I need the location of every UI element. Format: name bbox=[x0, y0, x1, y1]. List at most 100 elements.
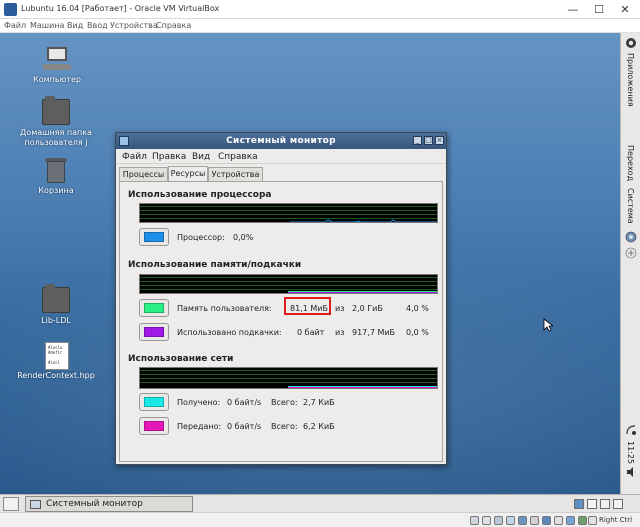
swap-color-button[interactable] bbox=[139, 323, 169, 341]
desktop-icon-trash[interactable]: Корзина bbox=[6, 157, 106, 196]
workspace-4[interactable] bbox=[613, 499, 623, 509]
memory-graph-svg bbox=[140, 277, 437, 293]
menu-file[interactable]: Файл bbox=[122, 152, 147, 162]
memory-total-value: 2,0 ГиБ bbox=[352, 304, 383, 313]
optical-drive-icon[interactable] bbox=[482, 516, 491, 525]
received-rate: 0 байт/s bbox=[227, 398, 262, 407]
cpu-graph-svg bbox=[140, 206, 437, 222]
memory-color-swatch bbox=[144, 303, 164, 313]
document-icon: #inclu #defir #incl bbox=[42, 342, 70, 370]
panel-clock[interactable]: 11:25 bbox=[626, 441, 635, 464]
trash-icon bbox=[42, 157, 70, 183]
panel-places-menu[interactable]: Переход bbox=[626, 145, 635, 181]
audio-icon[interactable] bbox=[494, 516, 503, 525]
network-globe-icon[interactable] bbox=[625, 231, 637, 243]
browser-icon[interactable] bbox=[625, 247, 637, 259]
workspace-2[interactable] bbox=[587, 499, 597, 509]
mouse-integration-icon[interactable] bbox=[578, 516, 587, 525]
tab-processes[interactable]: Процессы bbox=[119, 167, 168, 182]
memory-of-word: из bbox=[335, 304, 345, 313]
guest-taskbar: Системный монитор bbox=[0, 494, 640, 512]
host-menu-devices[interactable]: Устройства bbox=[110, 21, 158, 30]
host-window-title: Lubuntu 16.04 [Работает] - Oracle VM Vir… bbox=[21, 4, 220, 13]
shared-folders-icon[interactable] bbox=[530, 516, 539, 525]
swap-color-swatch bbox=[144, 327, 164, 337]
virtualization-icon[interactable] bbox=[566, 516, 575, 525]
desktop-icon-lib-ldl[interactable]: Lib-LDL bbox=[6, 284, 106, 326]
desktop-icon-label: Домашняя папка пользователя j bbox=[20, 128, 92, 147]
hard-disk-icon[interactable] bbox=[470, 516, 479, 525]
host-menu-file[interactable]: Файл bbox=[4, 21, 26, 30]
host-menu-view[interactable]: Вид bbox=[67, 21, 83, 30]
video-capture-icon[interactable] bbox=[554, 516, 563, 525]
resources-panel: Использование процессора Процессор: 0,0%… bbox=[119, 181, 443, 462]
menu-view[interactable]: Вид bbox=[192, 152, 210, 162]
cpu-section-title: Использование процессора bbox=[128, 190, 272, 200]
received-label: Получено: bbox=[177, 398, 221, 407]
cpu-label: Процессор: bbox=[177, 233, 225, 242]
show-desktop-button[interactable] bbox=[3, 497, 19, 511]
swap-percent-value: 0,0 % bbox=[406, 328, 429, 337]
menu-help[interactable]: Справка bbox=[218, 152, 258, 162]
swap-of-word: из bbox=[335, 328, 345, 337]
sent-total-label: Всего: bbox=[271, 422, 298, 431]
host-menu-help[interactable]: Справка bbox=[156, 21, 191, 30]
window-titlebar[interactable]: Системный монитор _ □ × bbox=[116, 133, 446, 149]
memory-history-graph bbox=[139, 274, 438, 294]
window-close-button[interactable]: × bbox=[435, 136, 444, 145]
network-section-title: Использование сети bbox=[128, 354, 234, 364]
menu-edit[interactable]: Правка bbox=[152, 152, 186, 162]
window-maximize-button[interactable]: □ bbox=[424, 136, 433, 145]
display-icon[interactable] bbox=[542, 516, 551, 525]
desktop-icon-label: RenderContext.hpp bbox=[17, 371, 95, 380]
network-adapter-icon[interactable] bbox=[506, 516, 515, 525]
swap-label: Использовано подкачки: bbox=[177, 328, 282, 337]
host-maximize-button[interactable]: ☐ bbox=[588, 2, 610, 17]
lubuntu-logo-icon bbox=[626, 38, 636, 48]
desktop-icon-label: Корзина bbox=[38, 186, 74, 195]
taskbar-item-system-monitor[interactable]: Системный монитор bbox=[25, 496, 193, 512]
home-folder-icon bbox=[42, 96, 70, 125]
host-statusbar: Right Ctrl bbox=[0, 512, 640, 527]
sent-color-button[interactable] bbox=[139, 417, 169, 435]
received-color-button[interactable] bbox=[139, 393, 169, 411]
panel-system-menu[interactable]: Система bbox=[626, 188, 635, 224]
cpu-color-button[interactable] bbox=[139, 228, 169, 246]
host-menu-input[interactable]: Ввод bbox=[87, 21, 108, 30]
cpu-color-swatch bbox=[144, 232, 164, 242]
desktop-icon-home[interactable]: Домашняя папка пользователя j bbox=[6, 96, 106, 148]
system-monitor-window: Системный монитор _ □ × Файл Правка Вид … bbox=[115, 132, 447, 465]
network-history-graph bbox=[139, 367, 438, 389]
sent-total-value: 6,2 КиБ bbox=[303, 422, 335, 431]
tab-devices[interactable]: Устройства bbox=[208, 167, 263, 182]
memory-used-highlight-box bbox=[284, 297, 331, 315]
memory-color-button[interactable] bbox=[139, 299, 169, 317]
network-status-icon[interactable] bbox=[625, 424, 637, 436]
guest-vertical-panel: Приложения Переход Система 11:25 bbox=[620, 33, 640, 494]
workspace-1[interactable] bbox=[574, 499, 584, 509]
desktop-icon-label: Компьютер bbox=[33, 75, 81, 84]
received-total-value: 2,7 КиБ bbox=[303, 398, 335, 407]
keyboard-capture-icon[interactable] bbox=[588, 516, 597, 525]
tab-resources[interactable]: Ресурсы bbox=[168, 166, 208, 182]
panel-applications-menu[interactable]: Приложения bbox=[626, 53, 635, 107]
cpu-value: 0,0% bbox=[233, 233, 254, 242]
sent-rate: 0 байт/s bbox=[227, 422, 262, 431]
window-menubar: Файл Правка Вид Справка bbox=[116, 149, 446, 164]
received-color-swatch bbox=[144, 397, 164, 407]
network-graph-svg bbox=[140, 370, 437, 388]
usb-icon[interactable] bbox=[518, 516, 527, 525]
host-minimize-button[interactable]: — bbox=[562, 2, 584, 17]
window-minimize-button[interactable]: _ bbox=[413, 136, 422, 145]
workspace-3[interactable] bbox=[600, 499, 610, 509]
host-menu-machine[interactable]: Машина bbox=[30, 21, 64, 30]
host-key-label: Right Ctrl bbox=[599, 516, 633, 524]
desktop-icon-computer[interactable]: Компьютер bbox=[7, 46, 107, 85]
desktop-icon-rendercontext[interactable]: #inclu #defir #incl RenderContext.hpp bbox=[6, 342, 106, 381]
memory-section-title: Использование памяти/подкачки bbox=[128, 260, 302, 270]
swap-total-value: 917,7 МиБ bbox=[352, 328, 396, 337]
sent-label: Передано: bbox=[177, 422, 222, 431]
host-close-button[interactable]: ✕ bbox=[614, 2, 636, 17]
memory-percent-value: 4,0 % bbox=[406, 304, 429, 313]
volume-icon[interactable] bbox=[625, 466, 637, 478]
